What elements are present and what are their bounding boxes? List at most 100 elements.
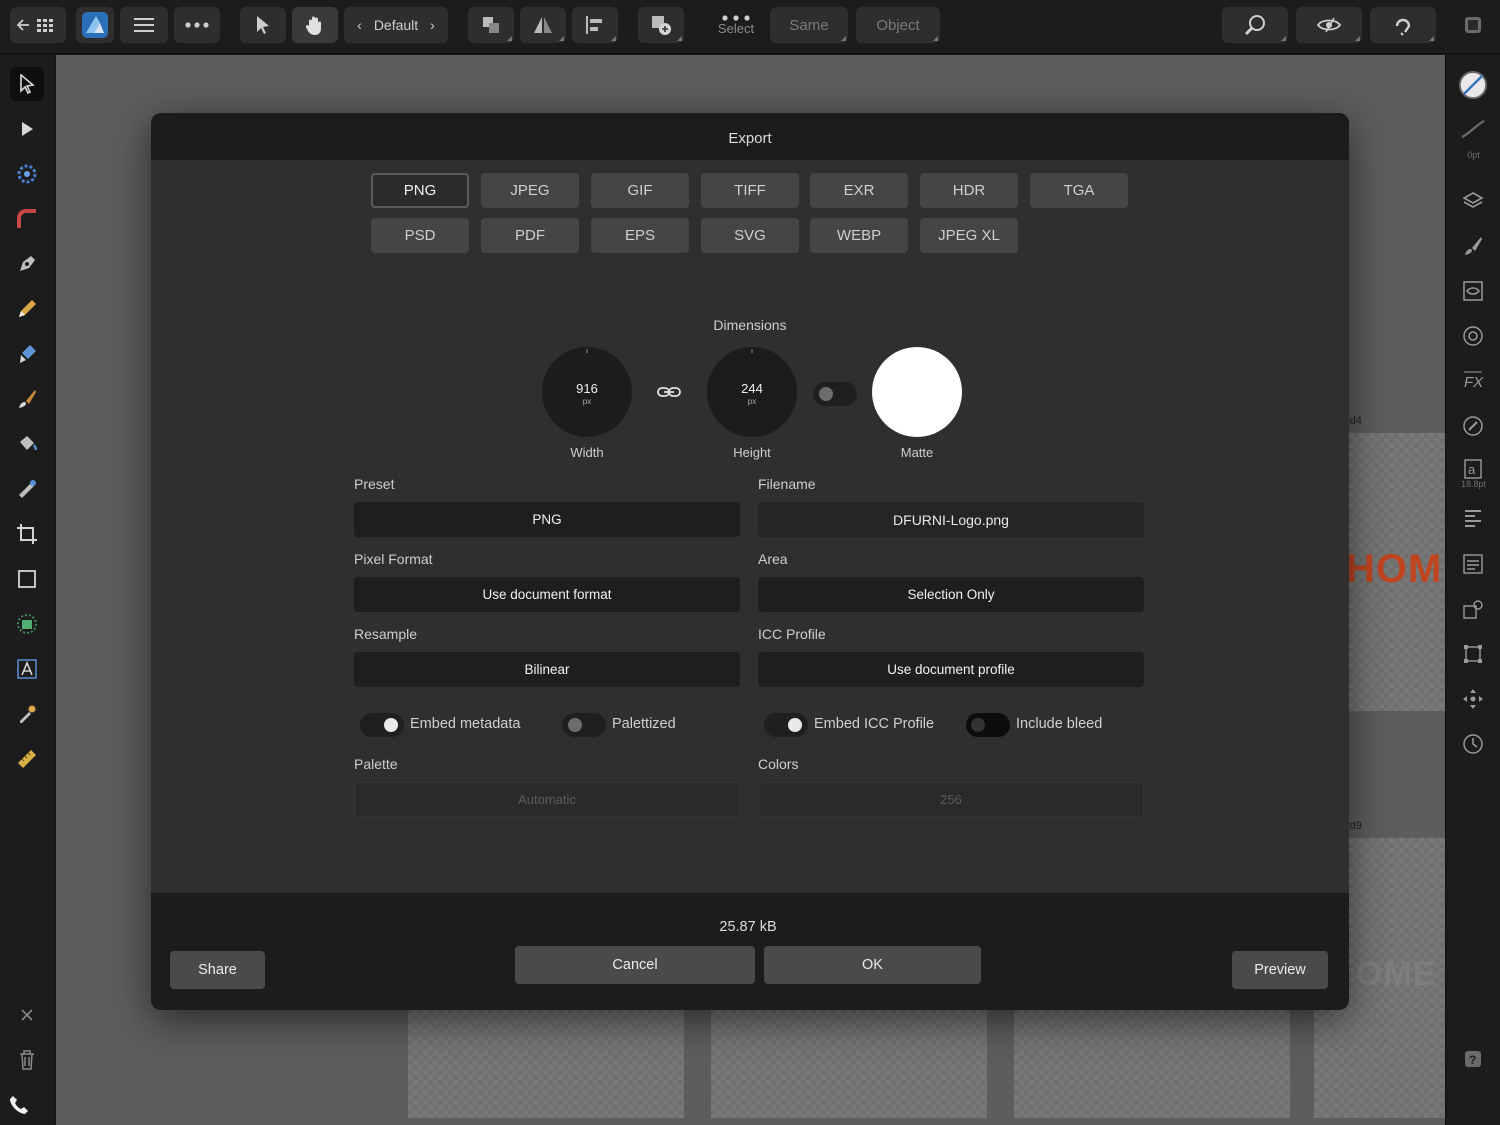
- align-button[interactable]: [572, 7, 618, 43]
- pen-tool[interactable]: [10, 247, 44, 281]
- select-menu-button[interactable]: Select: [706, 7, 766, 43]
- boolean-add-button[interactable]: [638, 7, 684, 43]
- ok-button[interactable]: OK: [764, 946, 981, 984]
- format-jpeg-button[interactable]: JPEG: [481, 173, 579, 208]
- format-png-button[interactable]: PNG: [371, 173, 469, 208]
- crop-tool[interactable]: [10, 517, 44, 551]
- transparency-tool[interactable]: [10, 472, 44, 506]
- format-tga-button[interactable]: TGA: [1030, 173, 1128, 208]
- colors-input[interactable]: 256: [758, 782, 1144, 817]
- corner-tool[interactable]: [10, 202, 44, 236]
- stroke-button[interactable]: [1458, 114, 1488, 144]
- delete-button[interactable]: [10, 1043, 44, 1077]
- palette-select[interactable]: Automatic: [354, 782, 740, 817]
- share-button[interactable]: Share: [170, 951, 265, 989]
- move-arrows-icon: [1463, 689, 1483, 709]
- brushes-button[interactable]: [1458, 231, 1488, 261]
- effects-button[interactable]: FX: [1458, 366, 1488, 396]
- arrange-button[interactable]: [468, 7, 514, 43]
- text-styles-button[interactable]: [1458, 549, 1488, 579]
- crop-icon: [17, 524, 37, 544]
- embed-metadata-toggle[interactable]: [360, 713, 404, 737]
- resample-select[interactable]: Bilinear: [354, 652, 740, 687]
- zoom-button[interactable]: [1222, 7, 1288, 43]
- navigator-button[interactable]: [1458, 684, 1488, 714]
- vector-brush-tool[interactable]: [10, 337, 44, 371]
- rectangle-tool[interactable]: [10, 562, 44, 596]
- matte-toggle[interactable]: [813, 382, 857, 406]
- paragraph-button[interactable]: [1458, 504, 1488, 534]
- toggle-knob: [971, 718, 985, 732]
- height-dial[interactable]: 244 px: [707, 347, 797, 437]
- format-tiff-button[interactable]: TIFF: [701, 173, 799, 208]
- artboard[interactable]: [1014, 1010, 1290, 1118]
- flip-button[interactable]: [520, 7, 566, 43]
- menu-button[interactable]: [120, 7, 168, 43]
- node-tool[interactable]: [10, 112, 44, 146]
- artboard-tool[interactable]: [10, 157, 44, 191]
- include-bleed-toggle[interactable]: [966, 713, 1010, 737]
- format-eps-button[interactable]: EPS: [591, 218, 689, 253]
- more-options-button[interactable]: [174, 7, 220, 43]
- preset-select[interactable]: PNG: [354, 502, 740, 537]
- measure-tool[interactable]: [10, 742, 44, 776]
- appearance-button[interactable]: [1458, 276, 1488, 306]
- assets-button[interactable]: [1458, 594, 1488, 624]
- color-picker-tool[interactable]: [10, 697, 44, 731]
- colors-value: 256: [940, 792, 962, 807]
- view-mode-button[interactable]: [1296, 7, 1362, 43]
- history-button[interactable]: [1458, 729, 1488, 759]
- back-to-home-button[interactable]: [10, 7, 66, 43]
- width-dial[interactable]: 916 px: [542, 347, 632, 437]
- preview-button[interactable]: Preview: [1232, 951, 1328, 989]
- layers-button[interactable]: [1458, 186, 1488, 216]
- cancel-button[interactable]: Cancel: [515, 946, 755, 984]
- artboard[interactable]: [408, 1010, 684, 1118]
- designer-persona-button[interactable]: [76, 7, 114, 43]
- transparency-button[interactable]: [1458, 321, 1488, 351]
- color-swatch-button[interactable]: [1458, 70, 1488, 100]
- pixel-format-select[interactable]: Use document format: [354, 577, 740, 612]
- select-same-button[interactable]: Same: [770, 7, 848, 43]
- format-psd-button[interactable]: PSD: [371, 218, 469, 253]
- transform-button[interactable]: [1458, 639, 1488, 669]
- format-webp-button[interactable]: WEBP: [810, 218, 908, 253]
- artboard-artwork-text: HOME: [1346, 547, 1445, 591]
- text-tool[interactable]: [10, 652, 44, 686]
- hand-tool-button[interactable]: [292, 7, 338, 43]
- paint-brush-tool[interactable]: [10, 382, 44, 416]
- move-tool[interactable]: [10, 67, 44, 101]
- area-value: Selection Only: [907, 587, 995, 602]
- help-button[interactable]: ?: [1458, 1044, 1488, 1074]
- pencil-tool[interactable]: [10, 292, 44, 326]
- pixel-format-value: Use document format: [482, 587, 612, 602]
- shapes-icon: [17, 614, 37, 634]
- constrain-proportions-button[interactable]: [657, 385, 681, 404]
- snapping-button[interactable]: [1370, 7, 1436, 43]
- select-object-button[interactable]: Object: [856, 7, 940, 43]
- matte-color-swatch[interactable]: [872, 347, 962, 437]
- fill-tool[interactable]: [10, 427, 44, 461]
- format-jpegxl-button[interactable]: JPEG XL: [920, 218, 1018, 253]
- object-label: Object: [876, 16, 920, 34]
- artboard[interactable]: [711, 1010, 987, 1118]
- shape-tool[interactable]: [10, 607, 44, 641]
- palettized-toggle[interactable]: [562, 713, 606, 737]
- area-select[interactable]: Selection Only: [758, 577, 1144, 612]
- embed-icc-profile-label: Embed ICC Profile: [814, 716, 935, 732]
- format-pdf-button[interactable]: PDF: [481, 218, 579, 253]
- no-fill-swatch-icon: [1458, 70, 1488, 100]
- gradients-button[interactable]: [1458, 411, 1488, 441]
- persona-selector[interactable]: ‹ Default ›: [344, 7, 448, 43]
- embed-icc-profile-toggle[interactable]: [764, 713, 808, 737]
- move-tool-button[interactable]: [240, 7, 286, 43]
- icc-profile-select[interactable]: Use document profile: [758, 652, 1144, 687]
- document-button[interactable]: [1454, 7, 1492, 43]
- format-svg-button[interactable]: SVG: [701, 218, 799, 253]
- format-hdr-button[interactable]: HDR: [920, 173, 1018, 208]
- filename-input[interactable]: DFURNI-Logo.png: [758, 502, 1144, 537]
- dialog-header: Export: [151, 113, 1349, 160]
- format-exr-button[interactable]: EXR: [810, 173, 908, 208]
- close-button[interactable]: [10, 998, 44, 1032]
- format-gif-button[interactable]: GIF: [591, 173, 689, 208]
